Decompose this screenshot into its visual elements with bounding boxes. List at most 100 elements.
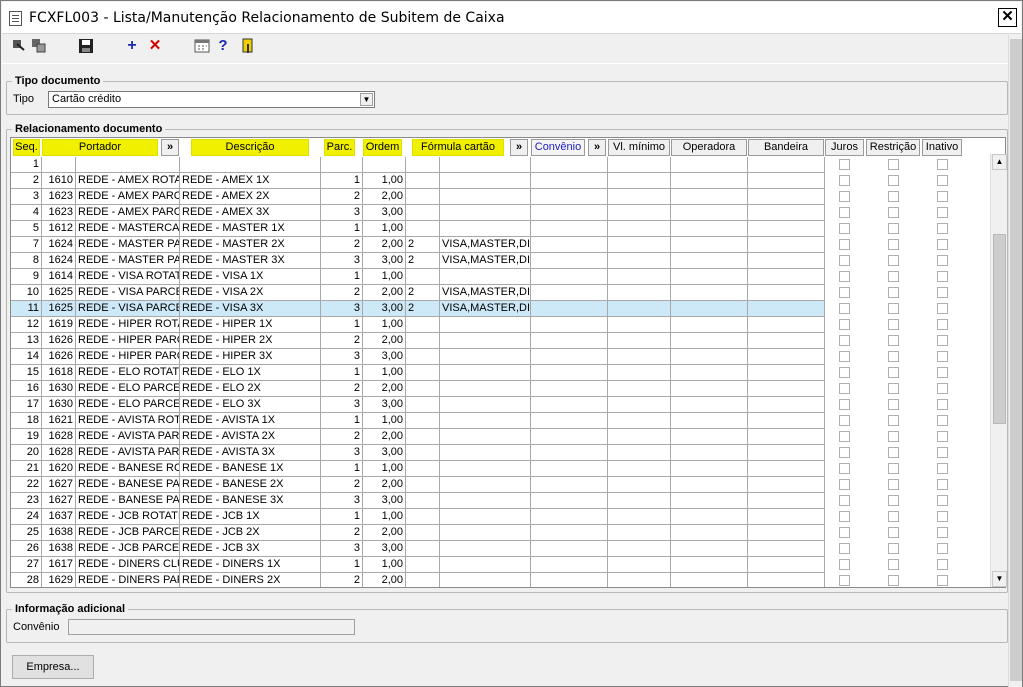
cell-f2[interactable]: [440, 365, 531, 381]
cell-f2[interactable]: [440, 221, 531, 237]
table-row[interactable]: 231627REDE - BANESE PAR(REDE - BANESE 3X…: [11, 493, 1005, 509]
cell-cod[interactable]: 1625: [42, 301, 76, 317]
cell-seq[interactable]: 20: [11, 445, 42, 461]
cell-parc[interactable]: 2: [321, 285, 363, 301]
cell-f1[interactable]: [406, 429, 440, 445]
cell-ordem[interactable]: 1,00: [363, 221, 406, 237]
cell-parc[interactable]: 2: [321, 429, 363, 445]
cell-parc[interactable]: 1: [321, 413, 363, 429]
cell-cod[interactable]: 1619: [42, 317, 76, 333]
cell-parc[interactable]: 1: [321, 365, 363, 381]
cell-f1[interactable]: [406, 365, 440, 381]
cell-op[interactable]: [671, 541, 748, 557]
cell-seq[interactable]: 18: [11, 413, 42, 429]
inativo-checkbox[interactable]: [937, 335, 948, 346]
cell-seq[interactable]: 26: [11, 541, 42, 557]
cell-descricao[interactable]: REDE - MASTER 1X: [180, 221, 321, 237]
restricao-checkbox[interactable]: [888, 335, 899, 346]
cell-descricao[interactable]: REDE - ELO 2X: [180, 381, 321, 397]
header-inativo[interactable]: Inativo: [922, 139, 962, 156]
cell-f2[interactable]: [440, 157, 531, 173]
cell-vl[interactable]: [608, 349, 671, 365]
cell-conv[interactable]: [531, 493, 608, 509]
cell-f1[interactable]: [406, 173, 440, 189]
scroll-up-icon[interactable]: ▲: [992, 154, 1007, 170]
cell-cod[interactable]: 1627: [42, 493, 76, 509]
table-row[interactable]: 10 1625 REDE - VISA PARCEL REDE - VISA 2X 2 2…: [11, 285, 1005, 301]
cell-vl[interactable]: [608, 557, 671, 573]
cell-descricao[interactable]: REDE - JCB 1X: [180, 509, 321, 525]
cell-seq[interactable]: 1: [11, 157, 42, 173]
inativo-checkbox[interactable]: [937, 479, 948, 490]
cell-ordem[interactable]: 1,00: [363, 173, 406, 189]
cell-parc[interactable]: 1: [321, 557, 363, 573]
restricao-checkbox[interactable]: [888, 447, 899, 458]
cell-op[interactable]: [671, 573, 748, 587]
help-icon[interactable]: ?: [215, 38, 231, 54]
cell-band[interactable]: [748, 493, 825, 509]
cell-ordem[interactable]: 2,00: [363, 189, 406, 205]
cell-seq[interactable]: 15: [11, 365, 42, 381]
window-scroll-thumb[interactable]: [1010, 39, 1022, 681]
table-row[interactable]: 31623REDE - AMEX PARCEIREDE - AMEX 2X22,…: [11, 189, 1005, 205]
header-operadora[interactable]: Operadora: [671, 139, 747, 156]
cell-op[interactable]: [671, 301, 748, 317]
cell-vl[interactable]: [608, 525, 671, 541]
cell-ordem[interactable]: 1,00: [363, 317, 406, 333]
juros-checkbox[interactable]: [839, 207, 850, 218]
cell-ordem[interactable]: 2,00: [363, 333, 406, 349]
table-row[interactable]: 251638REDE - JCB PARCELAREDE - JCB 2X22,…: [11, 525, 1005, 541]
cell-descricao[interactable]: REDE - AMEX 1X: [180, 173, 321, 189]
cell-conv[interactable]: [531, 173, 608, 189]
restricao-checkbox[interactable]: [888, 383, 899, 394]
cell-ordem[interactable]: 3,00: [363, 541, 406, 557]
cell-portador[interactable]: REDE - HIPER ROTATI: [76, 317, 180, 333]
cell-cod[interactable]: 1610: [42, 173, 76, 189]
cell-descricao[interactable]: REDE - ELO 3X: [180, 397, 321, 413]
cell-descricao[interactable]: REDE - AVISTA 1X: [180, 413, 321, 429]
cell-vl[interactable]: [608, 445, 671, 461]
cell-vl[interactable]: [608, 477, 671, 493]
table-row[interactable]: 20 1628 REDE - AVISTA PARC REDE - AVISTA 3X…: [11, 445, 1005, 461]
cell-seq[interactable]: 25: [11, 525, 42, 541]
cell-vl[interactable]: [608, 301, 671, 317]
cell-conv[interactable]: [531, 461, 608, 477]
cell-cod[interactable]: 1628: [42, 445, 76, 461]
cell-band[interactable]: [748, 365, 825, 381]
cell-vl[interactable]: [608, 269, 671, 285]
table-row[interactable]: 7 1624 REDE - MASTER PAR REDE - MASTER 2X 2 2…: [11, 237, 1005, 253]
cell-f2[interactable]: [440, 205, 531, 221]
cell-descricao[interactable]: REDE - VISA 3X: [180, 301, 321, 317]
cell-cod[interactable]: 1629: [42, 573, 76, 587]
juros-checkbox[interactable]: [839, 575, 850, 586]
cell-portador[interactable]: REDE - BANESE PAR(: [76, 493, 180, 509]
tipo-select[interactable]: Cartão crédito ▼: [48, 91, 375, 108]
window-scrollbar[interactable]: [1008, 35, 1022, 687]
inativo-checkbox[interactable]: [937, 159, 948, 170]
cell-ordem[interactable]: 3,00: [363, 445, 406, 461]
cell-f1[interactable]: [406, 573, 440, 587]
cell-f1[interactable]: [406, 509, 440, 525]
cell-band[interactable]: [748, 461, 825, 477]
cell-op[interactable]: [671, 429, 748, 445]
cell-seq[interactable]: 5: [11, 221, 42, 237]
cell-f1[interactable]: [406, 221, 440, 237]
cell-f2[interactable]: VISA,MASTER,DIN: [440, 253, 531, 269]
juros-checkbox[interactable]: [839, 495, 850, 506]
juros-checkbox[interactable]: [839, 223, 850, 234]
table-row[interactable]: 15 1618 REDE - ELO ROTATIV REDE - ELO 1X 1 1,…: [11, 365, 1005, 381]
add-icon[interactable]: +: [124, 38, 140, 54]
cell-portador[interactable]: REDE - AMEX PARCEI: [76, 205, 180, 221]
cell-descricao[interactable]: REDE - JCB 3X: [180, 541, 321, 557]
cell-seq[interactable]: 23: [11, 493, 42, 509]
cell-cod[interactable]: 1623: [42, 205, 76, 221]
cell-band[interactable]: [748, 413, 825, 429]
cell-band[interactable]: [748, 349, 825, 365]
cell-vl[interactable]: [608, 461, 671, 477]
restricao-checkbox[interactable]: [888, 223, 899, 234]
juros-checkbox[interactable]: [839, 271, 850, 282]
restricao-checkbox[interactable]: [888, 495, 899, 506]
cell-conv[interactable]: [531, 317, 608, 333]
cell-parc[interactable]: 1: [321, 461, 363, 477]
inativo-checkbox[interactable]: [937, 287, 948, 298]
